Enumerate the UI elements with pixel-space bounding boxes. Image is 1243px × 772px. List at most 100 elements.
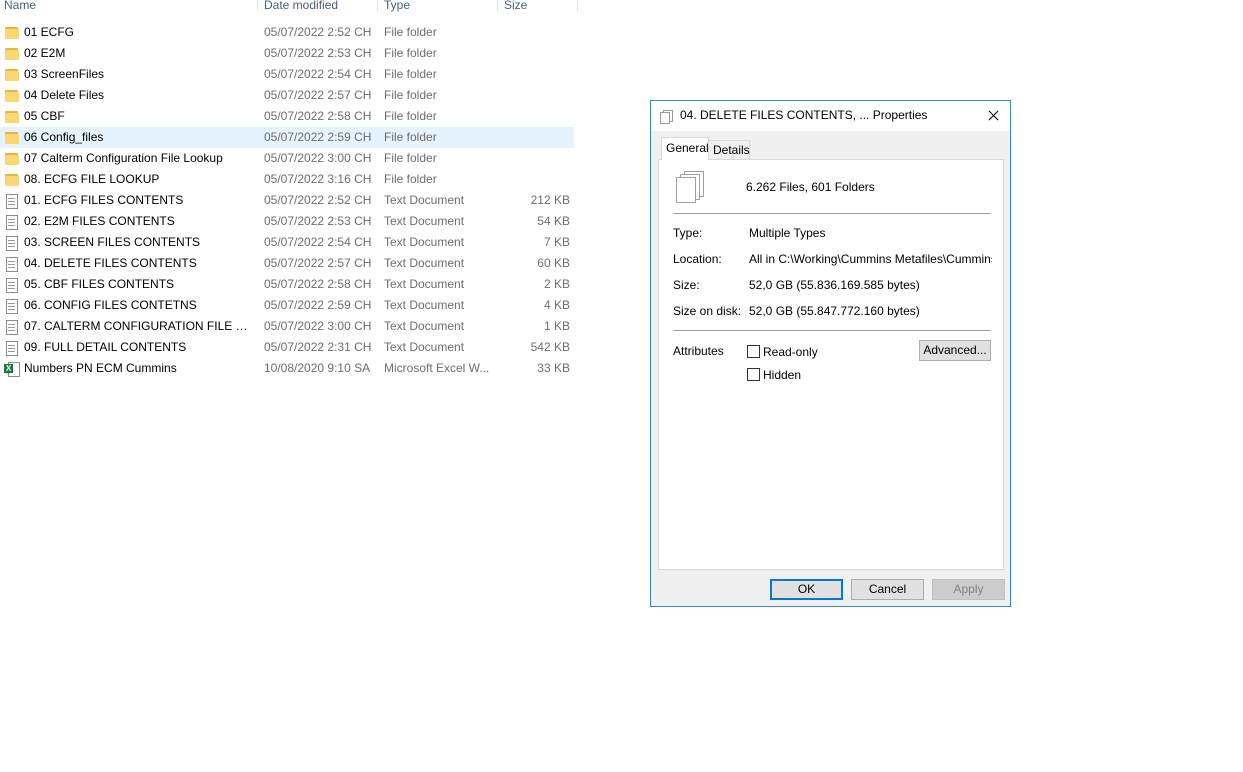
- size-on-disk-value: 52,0 GB (55.847.772.160 bytes): [749, 304, 920, 318]
- file-row[interactable]: 05 CBF 05/07/2022 2:58 CH File folder: [0, 106, 574, 127]
- file-date-modified: 05/07/2022 3:00 CH: [264, 151, 372, 165]
- divider: [673, 330, 991, 331]
- file-size: 33 KB: [537, 361, 570, 375]
- file-size: 60 KB: [537, 256, 570, 270]
- folder-icon: [4, 109, 19, 124]
- multiple-files-icon: [660, 110, 673, 124]
- tab-details[interactable]: Details: [709, 140, 750, 160]
- size-on-disk-label: Size on disk:: [673, 304, 742, 318]
- apply-button[interactable]: Apply: [932, 579, 1005, 600]
- file-date-modified: 05/07/2022 2:58 CH: [264, 109, 372, 123]
- file-type: Text Document: [384, 193, 465, 207]
- file-row[interactable]: 01 ECFG 05/07/2022 2:52 CH File folder: [0, 22, 574, 43]
- file-type: File folder: [384, 172, 437, 186]
- file-date-modified: 05/07/2022 2:57 CH: [264, 88, 372, 102]
- column-divider[interactable]: [497, 0, 498, 11]
- column-header-size[interactable]: Size: [504, 0, 527, 15]
- file-name: 01 ECFG: [24, 25, 75, 39]
- file-row[interactable]: 01. ECFG FILES CONTENTS 05/07/2022 2:52 C…: [0, 190, 574, 211]
- tab-general[interactable]: General: [661, 137, 709, 160]
- file-row[interactable]: 02. E2M FILES CONTENTS 05/07/2022 2:53 CH…: [0, 211, 574, 232]
- file-row[interactable]: 05. CBF FILES CONTENTS 05/07/2022 2:58 CH…: [0, 274, 574, 295]
- file-date-modified: 10/08/2020 9:10 SA: [264, 361, 371, 375]
- file-name: Numbers PN ECM Cummins: [24, 361, 177, 375]
- file-name: 06. CONFIG FILES CONTETNS: [24, 298, 197, 312]
- type-value: Multiple Types: [749, 226, 826, 240]
- general-tab-panel: 6.262 Files, 601 Folders Type: Multiple …: [658, 159, 1004, 570]
- file-row[interactable]: 07. CALTERM CONFIGURATION FILE LOO... 05/…: [0, 316, 574, 337]
- file-date-modified: 05/07/2022 2:57 CH: [264, 256, 372, 270]
- file-name: 04 Delete Files: [24, 88, 105, 102]
- column-header-date[interactable]: Date modified: [264, 0, 338, 15]
- size-label: Size:: [673, 278, 700, 292]
- file-type: File folder: [384, 88, 437, 102]
- file-row[interactable]: 08. ECFG FILE LOOKUP 05/07/2022 3:16 CH Fi…: [0, 169, 574, 190]
- file-size: 2 KB: [543, 277, 570, 291]
- file-row[interactable]: 04. DELETE FILES CONTENTS 05/07/2022 2:57…: [0, 253, 574, 274]
- column-divider[interactable]: [577, 0, 578, 11]
- file-row[interactable]: X Numbers PN ECM Cummins 10/08/2020 9:10 S…: [0, 358, 574, 379]
- file-type: File folder: [384, 25, 437, 39]
- file-name: 05. CBF FILES CONTENTS: [24, 277, 175, 291]
- hidden-checkbox[interactable]: [747, 368, 760, 381]
- readonly-checkbox[interactable]: [747, 345, 760, 358]
- file-date-modified: 05/07/2022 2:54 CH: [264, 235, 372, 249]
- file-row[interactable]: 03. SCREEN FILES CONTENTS 05/07/2022 2:54…: [0, 232, 574, 253]
- file-row[interactable]: 03 ScreenFiles 05/07/2022 2:54 CH File fol…: [0, 64, 574, 85]
- text-document-icon: [4, 298, 19, 314]
- file-size: 7 KB: [543, 235, 570, 249]
- text-document-icon: [4, 340, 19, 356]
- file-name: 01. ECFG FILES CONTENTS: [24, 193, 184, 207]
- cancel-button[interactable]: Cancel: [851, 579, 924, 600]
- location-value[interactable]: All in C:\Working\Cummins Metafiles\Cumm…: [749, 252, 992, 266]
- file-row[interactable]: 09. FULL DETAIL CONTENTS 05/07/2022 2:31 …: [0, 337, 574, 358]
- file-size: 212 KB: [530, 193, 570, 207]
- file-type: File folder: [384, 151, 437, 165]
- file-row[interactable]: 02 E2M 05/07/2022 2:53 CH File folder: [0, 43, 574, 64]
- file-row[interactable]: 06 Config_files 05/07/2022 2:59 CH File fo…: [0, 127, 574, 148]
- file-name: 06 Config_files: [24, 130, 104, 144]
- column-divider[interactable]: [257, 0, 258, 11]
- column-header-name[interactable]: Name: [4, 0, 36, 15]
- close-button[interactable]: [976, 101, 1010, 131]
- file-date-modified: 05/07/2022 2:52 CH: [264, 193, 372, 207]
- file-type: Text Document: [384, 340, 465, 354]
- location-label: Location:: [673, 252, 722, 266]
- file-name: 07 Calterm Configuration File Lookup: [24, 151, 223, 165]
- file-date-modified: 05/07/2022 2:54 CH: [264, 67, 372, 81]
- readonly-label[interactable]: Read-only: [763, 345, 818, 359]
- file-type: File folder: [384, 130, 437, 144]
- advanced-button[interactable]: Advanced...: [919, 340, 991, 361]
- text-document-icon: [4, 214, 19, 230]
- folder-icon: [4, 88, 19, 103]
- folder-icon: [4, 67, 19, 82]
- size-value: 52,0 GB (55.836.169.585 bytes): [749, 278, 920, 292]
- dialog-titlebar[interactable]: 04. DELETE FILES CONTENTS, ... Propertie…: [651, 101, 1010, 131]
- file-type: Text Document: [384, 319, 465, 333]
- column-divider[interactable]: [377, 0, 378, 11]
- folder-icon: [4, 151, 19, 166]
- file-date-modified: 05/07/2022 2:31 CH: [264, 340, 372, 354]
- hidden-label[interactable]: Hidden: [763, 368, 801, 382]
- file-size: 54 KB: [537, 214, 570, 228]
- file-type: File folder: [384, 109, 437, 123]
- text-document-icon: [4, 235, 19, 251]
- file-row[interactable]: 07 Calterm Configuration File Lookup 05/0…: [0, 148, 574, 169]
- column-header-type[interactable]: Type: [384, 0, 410, 15]
- file-type: Text Document: [384, 298, 465, 312]
- file-date-modified: 05/07/2022 2:59 CH: [264, 130, 372, 144]
- file-row[interactable]: 06. CONFIG FILES CONTETNS 05/07/2022 2:59…: [0, 295, 574, 316]
- text-document-icon: [4, 256, 19, 272]
- file-size: 542 KB: [530, 340, 570, 354]
- text-document-icon: [4, 193, 19, 209]
- ok-button[interactable]: OK: [770, 579, 843, 600]
- file-name: 09. FULL DETAIL CONTENTS: [24, 340, 187, 354]
- file-size: 1 KB: [543, 319, 570, 333]
- folder-icon: [4, 172, 19, 187]
- file-row[interactable]: 04 Delete Files 05/07/2022 2:57 CH File fo…: [0, 85, 574, 106]
- file-type: Text Document: [384, 277, 465, 291]
- file-size: 4 KB: [543, 298, 570, 312]
- file-name: 04. DELETE FILES CONTENTS: [24, 256, 197, 270]
- attributes-label: Attributes: [673, 344, 724, 358]
- folder-icon: [4, 130, 19, 145]
